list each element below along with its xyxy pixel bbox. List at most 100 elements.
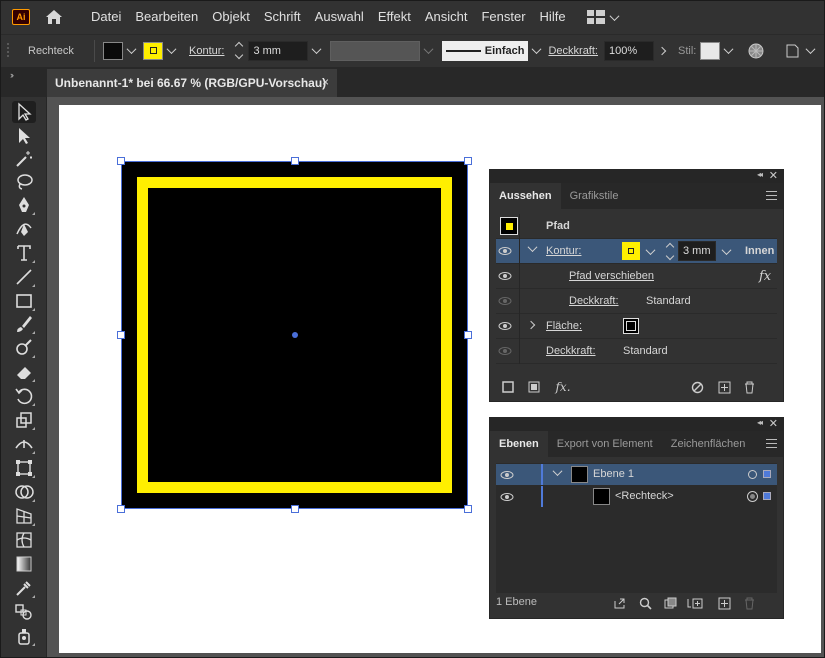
stroke-weight-stepper-panel[interactable] [663, 241, 677, 261]
make-clipping-mask-button[interactable] [662, 595, 678, 611]
collapse-panel-icon[interactable]: ◂◂ [757, 418, 763, 427]
chevron-right-icon[interactable] [526, 320, 536, 330]
brush-definition[interactable]: Einfach [442, 40, 529, 61]
appearance-fill-row[interactable]: Fläche: [496, 314, 777, 339]
document-tab[interactable]: Unbenannt-1* bei 66.67 % (RGB/GPU-Vorsch… [47, 69, 337, 97]
menu-fenster[interactable]: Fenster [474, 1, 532, 33]
eye-icon[interactable] [498, 294, 512, 308]
appearance-stroke-opacity-row[interactable]: Deckkraft: Standard [496, 289, 777, 314]
collect-for-export-button[interactable] [611, 595, 627, 611]
eye-icon[interactable] [498, 344, 512, 358]
eye-icon[interactable] [498, 269, 512, 283]
new-sublayer-button[interactable] [687, 595, 703, 611]
variable-width-profile[interactable] [330, 40, 421, 61]
chevron-down-icon[interactable] [527, 242, 538, 253]
menu-bearbeiten[interactable]: Bearbeiten [128, 1, 205, 33]
curvature-tool[interactable] [12, 217, 36, 239]
close-panel-icon[interactable]: ✕ [769, 417, 778, 430]
stroke-color-swatch[interactable] [143, 41, 163, 60]
tab-ebenen[interactable]: Ebenen [490, 431, 548, 457]
fill-color-swatch[interactable] [103, 41, 123, 60]
selection-indicator[interactable] [763, 492, 771, 500]
menu-datei[interactable]: Datei [84, 1, 128, 33]
add-stroke-button[interactable] [500, 379, 516, 395]
menu-ansicht[interactable]: Ansicht [418, 1, 475, 33]
stroke-swatch-dropdown[interactable] [642, 241, 658, 261]
menu-schrift[interactable]: Schrift [257, 1, 308, 33]
pen-tool[interactable] [12, 194, 36, 216]
stroke-opacity-label[interactable]: Deckkraft: [569, 289, 619, 314]
resize-handle-right[interactable] [464, 331, 472, 339]
fill-swatch[interactable] [623, 318, 639, 334]
eye-icon[interactable] [500, 468, 514, 482]
opacity-label[interactable]: Deckkraft: [548, 45, 598, 57]
delete-layer-button[interactable] [741, 595, 757, 611]
menu-effekt[interactable]: Effekt [371, 1, 418, 33]
blend-tool[interactable] [12, 601, 36, 623]
resize-handle-top-right[interactable] [464, 157, 472, 165]
graphic-style-swatch[interactable] [700, 41, 721, 60]
fill-row-label[interactable]: Fläche: [546, 314, 582, 339]
resize-handle-bottom-left[interactable] [117, 505, 125, 513]
delete-item-button[interactable] [741, 379, 757, 395]
tab-aussehen[interactable]: Aussehen [490, 183, 561, 209]
resize-handle-left[interactable] [117, 331, 125, 339]
menu-hilfe[interactable]: Hilfe [533, 1, 573, 33]
object-name[interactable]: <Rechteck> [615, 486, 674, 507]
home-icon[interactable] [44, 7, 64, 27]
fx-icon[interactable]: fx [759, 264, 771, 289]
type-tool[interactable] [12, 242, 36, 264]
free-transform-tool[interactable] [12, 457, 36, 479]
panel-menu-icon[interactable] [766, 191, 777, 203]
stroke-label[interactable]: Kontur: [189, 45, 224, 57]
collapse-toolbar-icon[interactable]: ›› [10, 70, 14, 80]
duplicate-item-button[interactable] [716, 379, 732, 395]
scale-tool[interactable] [12, 409, 36, 431]
gradient-tool[interactable] [12, 553, 36, 575]
panel-menu-icon[interactable] [766, 439, 777, 451]
lasso-tool[interactable] [12, 171, 36, 193]
target-selected-icon[interactable] [747, 491, 758, 502]
close-icon[interactable]: × [322, 75, 329, 89]
stroke-weight-stepper[interactable] [232, 41, 246, 61]
opacity-input[interactable]: 100% [603, 40, 654, 61]
symbol-sprayer-tool[interactable] [12, 625, 36, 647]
add-effect-button[interactable]: fx. [552, 379, 574, 395]
opacity-row-label[interactable]: Deckkraft: [546, 339, 596, 364]
style-dropdown[interactable] [720, 41, 736, 61]
appearance-opacity-row[interactable]: Deckkraft: Standard [496, 339, 777, 364]
eye-icon[interactable] [498, 244, 512, 258]
magic-wand-tool[interactable] [12, 148, 36, 170]
line-segment-tool[interactable] [12, 266, 36, 288]
resize-handle-bottom-right[interactable] [464, 505, 472, 513]
workspace-switcher[interactable] [586, 10, 620, 24]
stroke-alignment[interactable]: Innen [745, 239, 774, 264]
resize-handle-top[interactable] [291, 157, 299, 165]
transform-dropdown[interactable] [802, 41, 818, 61]
stroke-row-label[interactable]: Kontur: [546, 239, 581, 264]
recolor-artwork-button[interactable] [746, 41, 766, 61]
layer-row[interactable]: Ebene 1 [496, 464, 777, 485]
brush-dropdown[interactable] [528, 41, 544, 61]
layer-name[interactable]: Ebene 1 [593, 464, 634, 485]
stroke-weight-dropdown[interactable] [308, 41, 324, 61]
stroke-weight-panel-dropdown[interactable] [718, 241, 734, 261]
selection-tool[interactable] [12, 101, 36, 123]
transform-options-button[interactable] [782, 41, 802, 61]
shape-builder-tool[interactable] [12, 481, 36, 503]
mesh-tool[interactable] [12, 529, 36, 551]
rotate-tool[interactable] [12, 385, 36, 407]
new-layer-button[interactable] [716, 595, 732, 611]
resize-handle-bottom[interactable] [291, 505, 299, 513]
stroke-dropdown[interactable] [163, 41, 179, 61]
opacity-expand[interactable] [654, 41, 670, 61]
fill-dropdown[interactable] [123, 41, 139, 61]
stroke-swatch[interactable] [622, 242, 640, 260]
tab-grafikstile[interactable]: Grafikstile [561, 183, 628, 209]
eyedropper-tool[interactable] [12, 577, 36, 599]
tab-zeichenflaechen[interactable]: Zeichenflächen [662, 431, 755, 457]
stroke-weight-panel-input[interactable]: 3 mm [678, 241, 716, 261]
clear-appearance-button[interactable] [689, 379, 705, 395]
direct-selection-tool[interactable] [12, 125, 36, 147]
add-fill-button[interactable] [526, 379, 542, 395]
